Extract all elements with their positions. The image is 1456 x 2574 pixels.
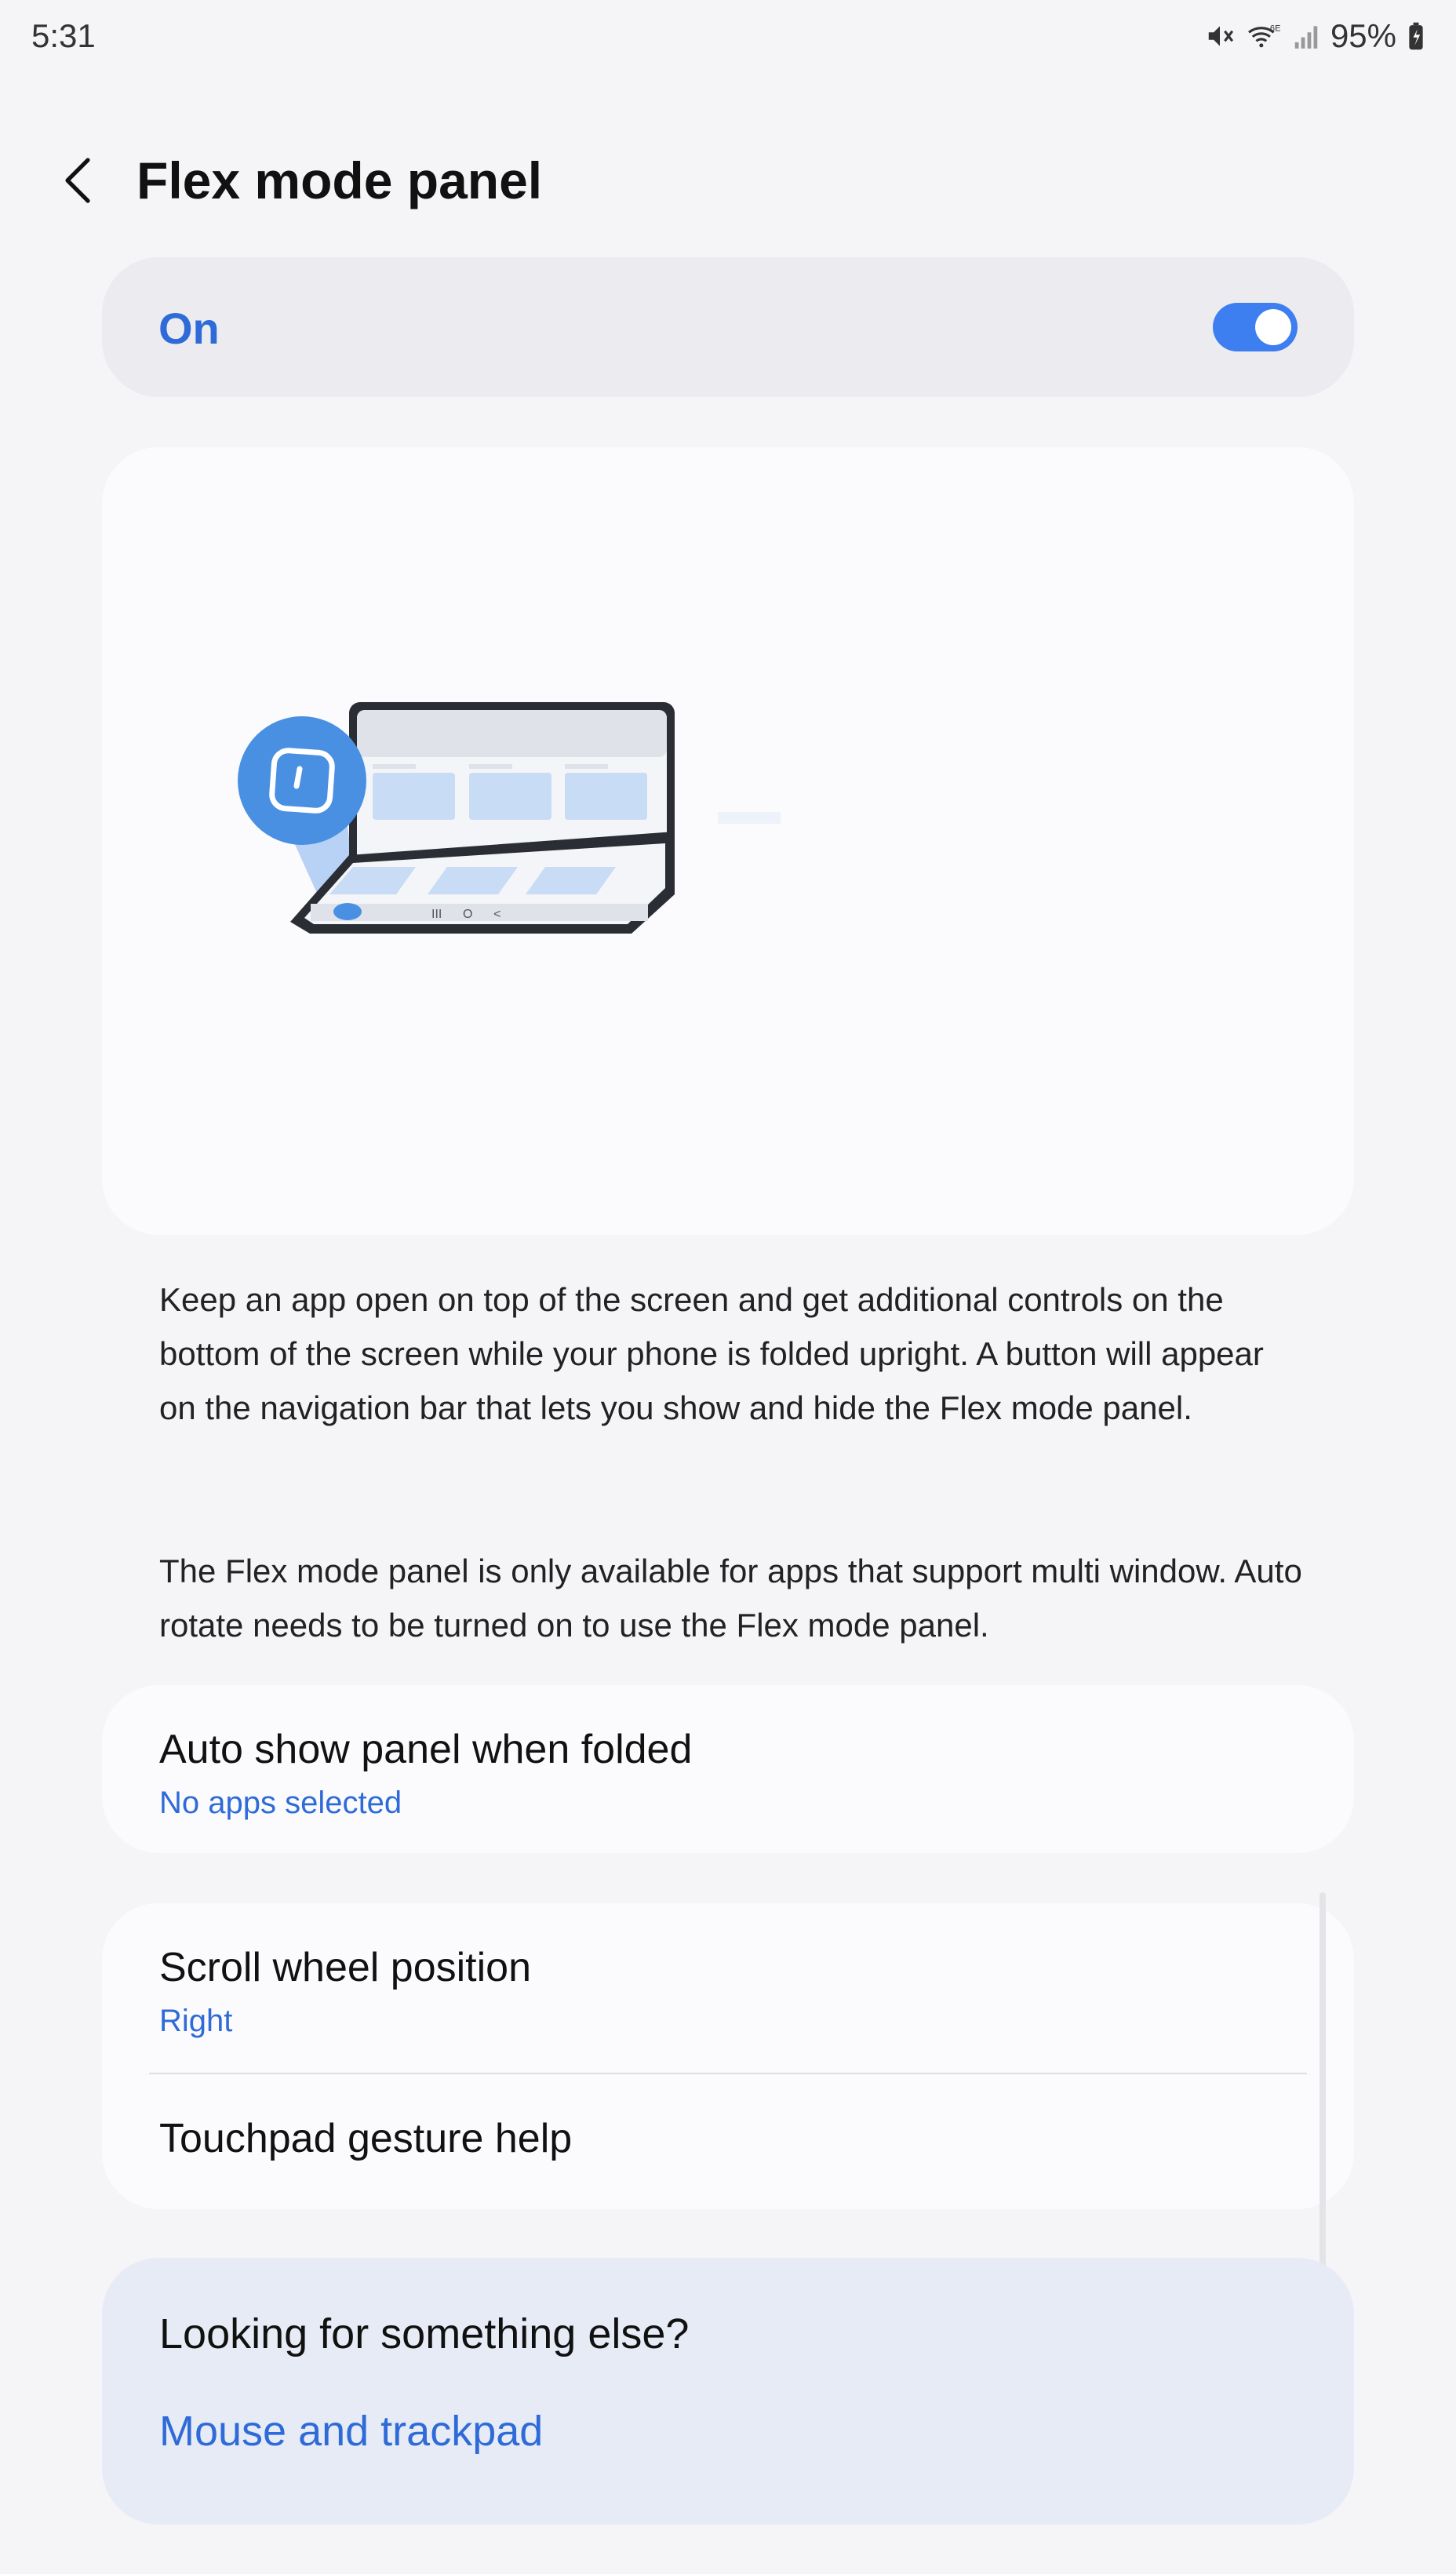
signal-icon xyxy=(1293,21,1320,51)
auto-show-panel-title: Auto show panel when folded xyxy=(159,1727,693,1772)
scroll-wheel-position-row[interactable]: Scroll wheel position Right xyxy=(102,1903,1354,2073)
svg-text:6E: 6E xyxy=(1270,24,1281,34)
svg-text:III O <: III O < xyxy=(431,908,500,921)
status-time: 5:31 xyxy=(31,17,96,54)
master-switch-label: On xyxy=(158,304,220,353)
auto-show-panel-subtitle: No apps selected xyxy=(159,1786,402,1820)
battery-level: 95% xyxy=(1330,17,1396,54)
auto-show-panel-row[interactable]: Auto show panel when folded No apps sele… xyxy=(102,1685,1354,1853)
back-button[interactable] xyxy=(47,149,110,212)
master-switch-row[interactable]: On xyxy=(102,257,1354,397)
description-paragraph: Keep an app open on top of the screen an… xyxy=(159,1281,1264,1426)
status-bar: 5:31 6E 95% xyxy=(0,0,1456,78)
back-arrow-icon xyxy=(65,158,90,203)
description-paragraph: The Flex mode panel is only available fo… xyxy=(159,1553,1302,1644)
switch-knob xyxy=(1255,309,1291,345)
master-switch[interactable] xyxy=(1213,303,1298,351)
related-suggestions-card: Looking for something else? Mouse and tr… xyxy=(102,2258,1354,2525)
scroll-wheel-position-subtitle: Right xyxy=(159,2004,233,2038)
touchpad-gesture-help-row[interactable]: Touchpad gesture help xyxy=(102,2074,1354,2209)
mute-icon xyxy=(1205,21,1235,51)
status-icons: 6E 95% xyxy=(1205,17,1425,55)
wifi-6e-icon: 6E xyxy=(1246,21,1282,51)
touchpad-gesture-help-title: Touchpad gesture help xyxy=(159,2116,573,2161)
flex-mode-foldable-illustration: III O < xyxy=(235,698,784,953)
page-title: Flex mode panel xyxy=(136,151,543,209)
illustration-card: III O < xyxy=(102,447,1354,1235)
battery-charging-icon xyxy=(1407,21,1425,51)
app-bar: Flex mode panel xyxy=(0,133,1456,228)
related-title: Looking for something else? xyxy=(159,2310,690,2357)
settings-group: Scroll wheel position Right Touchpad ges… xyxy=(102,1903,1354,2209)
mouse-and-trackpad-link[interactable]: Mouse and trackpad xyxy=(159,2407,543,2456)
scrollbar[interactable] xyxy=(1320,1892,1326,2319)
scroll-wheel-position-title: Scroll wheel position xyxy=(159,1945,532,1990)
